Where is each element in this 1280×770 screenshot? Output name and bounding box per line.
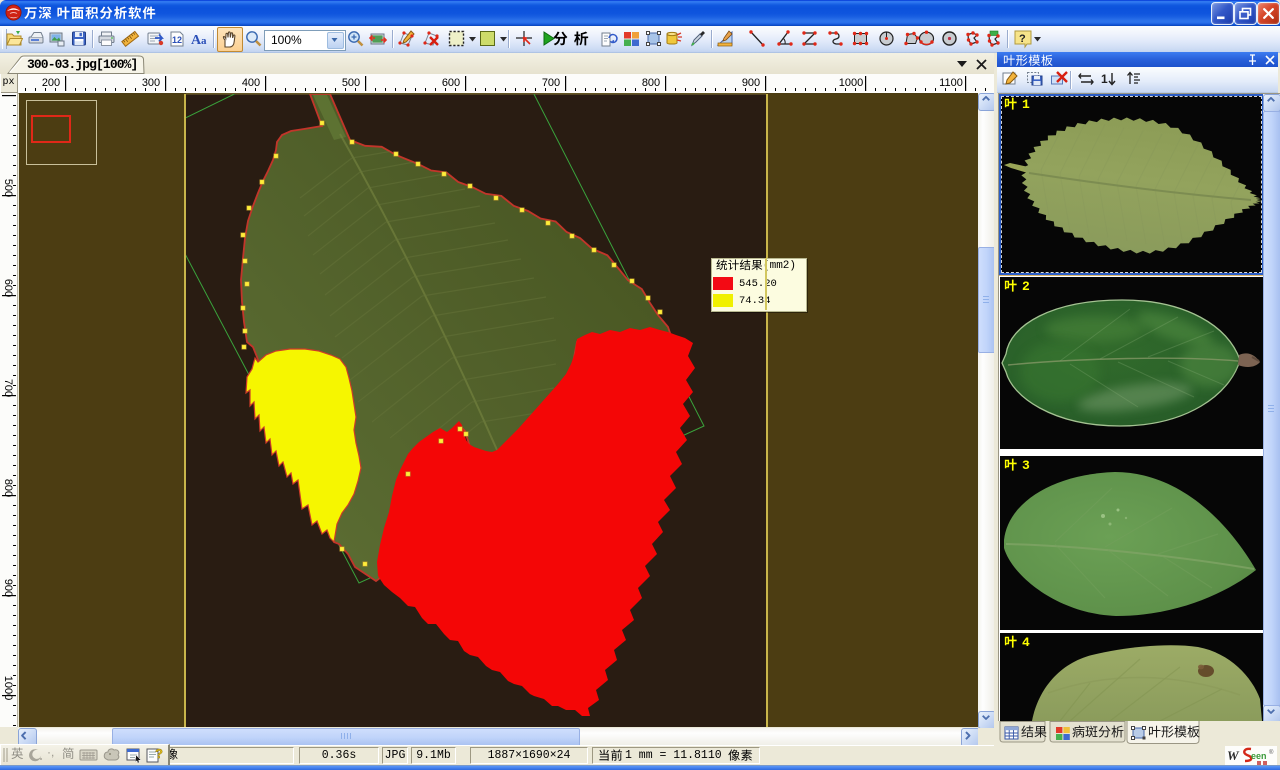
svg-text:12: 12: [172, 35, 182, 45]
svg-text:?: ?: [155, 746, 163, 761]
svg-text:een: een: [1251, 751, 1267, 761]
svg-text:a: a: [201, 35, 207, 47]
svg-text:?: ?: [1019, 33, 1026, 45]
svg-text:®: ®: [1269, 749, 1274, 756]
svg-text:1: 1: [1101, 72, 1108, 86]
svg-text:W: W: [1227, 748, 1240, 763]
